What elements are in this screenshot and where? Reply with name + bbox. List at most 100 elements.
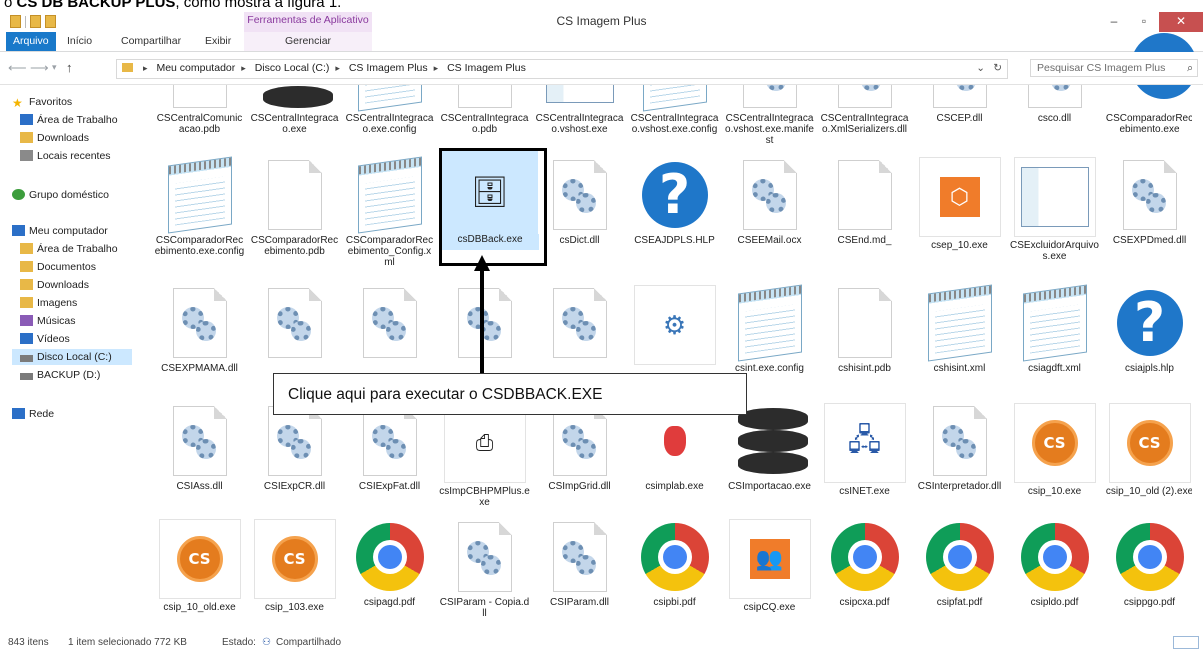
file-item[interactable]: ? csiajpls.hlp: [1102, 285, 1192, 374]
sidebar-item-downloads[interactable]: Downloads: [20, 130, 89, 146]
file-item[interactable]: CSCentralComunicacao.pdb: [152, 85, 247, 135]
file-item[interactable]: CSComparadorRecebimento.exe: [1102, 85, 1192, 135]
file-item[interactable]: CSCEP.dll: [912, 85, 1007, 124]
chevron-down-icon[interactable]: ⌄: [976, 60, 985, 77]
file-item[interactable]: CSEXPDmed.dll: [1102, 157, 1192, 246]
file-item[interactable]: [247, 285, 342, 360]
cs-app-icon: CS: [271, 536, 318, 582]
file-item[interactable]: CSCentralIntegracao.vshost.exe.manifest: [722, 85, 817, 146]
file-item[interactable]: CSImpGrid.dll: [532, 403, 627, 492]
sidebar-item-meu-computador[interactable]: Meu computador: [12, 223, 108, 239]
file-item[interactable]: CS csip_10.exe: [1007, 403, 1102, 497]
music-icon: [20, 315, 33, 326]
file-item[interactable]: CSEEMail.ocx: [722, 157, 817, 246]
file-item[interactable]: csippgo.pdf: [1102, 519, 1192, 608]
drive-icon: [20, 355, 33, 362]
tab-arquivo[interactable]: Arquivo: [6, 32, 56, 51]
sidebar-item-disco-local[interactable]: Disco Local (C:): [12, 349, 132, 365]
file-item[interactable]: ⎙ csImpCBHPMPlus.exe: [437, 403, 532, 508]
file-item[interactable]: CSIAss.dll: [152, 403, 247, 492]
file-item[interactable]: cshisint.xml: [912, 284, 1007, 374]
file-item[interactable]: CSIExpFat.dll: [342, 403, 437, 492]
refresh-icon[interactable]: ↻: [993, 60, 1002, 77]
file-item[interactable]: CSEnd.md_: [817, 157, 912, 246]
maximize-button[interactable]: ▫: [1129, 12, 1159, 32]
file-item[interactable]: csipfat.pdf: [912, 519, 1007, 608]
breadcrumb[interactable]: ▸ Meu computador ▸ Disco Local (C:) ▸ CS I…: [116, 59, 1008, 79]
crumb-current[interactable]: CS Imagem Plus: [447, 62, 526, 74]
sidebar-item-rede[interactable]: Rede: [12, 406, 54, 422]
crumb-computer[interactable]: Meu computador: [156, 62, 235, 74]
tab-inicio[interactable]: Início: [67, 32, 92, 51]
search-input[interactable]: Pesquisar CS Imagem Plus ⌕: [1030, 59, 1198, 77]
file-item[interactable]: [437, 285, 532, 360]
star-icon: ★: [12, 96, 23, 110]
sidebar-item-musicas[interactable]: Músicas: [20, 313, 76, 329]
up-icon[interactable]: ↑: [66, 60, 73, 75]
sidebar-item-imagens[interactable]: Imagens: [20, 295, 77, 311]
file-item[interactable]: 👥 csipCQ.exe: [722, 519, 817, 613]
crumb-folder[interactable]: CS Imagem Plus: [349, 62, 428, 74]
file-item[interactable]: csiagdft.xml: [1007, 284, 1102, 374]
file-item[interactable]: ? CSEAJDPLS.HLP: [627, 157, 722, 246]
file-item[interactable]: ⚙: [627, 285, 722, 365]
minimize-button[interactable]: –: [1099, 12, 1129, 32]
file-item[interactable]: cshisint.pdb: [817, 285, 912, 374]
file-item[interactable]: csipcxa.pdf: [817, 519, 912, 608]
file-item[interactable]: csipbi.pdf: [627, 519, 722, 608]
file-item[interactable]: csimplab.exe: [627, 403, 722, 492]
back-icon[interactable]: ⟵: [8, 60, 27, 76]
recent-locations-icon[interactable]: ▾: [52, 62, 57, 73]
pictures-icon: [20, 297, 33, 308]
sidebar-item-videos[interactable]: Vídeos: [20, 331, 70, 347]
file-item[interactable]: CSComparadorRecebimento.exe.config: [152, 156, 247, 257]
search-icon: ⌕: [1187, 62, 1193, 74]
file-item[interactable]: CSComparadorRecebimento_Config.xml: [342, 156, 437, 268]
file-item[interactable]: csint.exe.config: [722, 284, 817, 374]
gear-file-icon: [1027, 85, 1082, 108]
file-item[interactable]: CSComparadorRecebimento.pdb: [247, 157, 342, 257]
tab-gerenciar[interactable]: Gerenciar: [244, 32, 372, 51]
navigation-pane: ★ Favoritos Área de Trabalho Downloads Lo…: [0, 85, 150, 635]
file-item[interactable]: CSIParam.dll: [532, 519, 627, 608]
sidebar-item-grupo-domestico[interactable]: Grupo doméstico: [12, 187, 109, 203]
tab-exibir[interactable]: Exibir: [205, 32, 231, 51]
sidebar-item-locais-recentes[interactable]: Locais recentes: [20, 148, 111, 164]
close-button[interactable]: ✕: [1159, 12, 1203, 32]
file-item[interactable]: ⬡ csep_10.exe: [912, 157, 1007, 251]
file-item[interactable]: CSIExpCR.dll: [247, 403, 342, 492]
sidebar-item-downloads-2[interactable]: Downloads: [20, 277, 89, 293]
cs-app-icon: CS: [176, 536, 223, 582]
file-item[interactable]: CSIParam - Copia.dll: [437, 519, 532, 619]
sidebar-item-area-de-trabalho[interactable]: Área de Trabalho: [20, 112, 118, 128]
file-item[interactable]: CS csip_10_old (2).exe: [1102, 403, 1192, 497]
file-item[interactable]: CSEXPMAMA.dll: [152, 285, 247, 374]
file-item[interactable]: csco.dll: [1007, 85, 1102, 124]
tab-compartilhar[interactable]: Compartilhar: [121, 32, 181, 51]
file-item[interactable]: CSCentralIntegracao.exe.config: [342, 85, 437, 135]
file-item[interactable]: [342, 285, 437, 360]
file-item[interactable]: 🖧 csINET.exe: [817, 403, 912, 497]
file-item[interactable]: CSCentralIntegracao.pdb: [437, 85, 532, 135]
sidebar-item-area-de-trabalho-2[interactable]: Área de Trabalho: [20, 241, 118, 257]
file-item[interactable]: CS csip_103.exe: [247, 519, 342, 613]
sidebar-item-backup[interactable]: BACKUP (D:): [20, 367, 100, 383]
file-item[interactable]: CSCentralIntegracao.vshost.exe: [532, 85, 627, 135]
file-item[interactable]: CSCentralIntegracao.exe: [247, 85, 342, 135]
file-item[interactable]: CSCentralIntegracao.XmlSerializers.dll: [817, 85, 912, 135]
crumb-disk[interactable]: Disco Local (C:): [255, 62, 330, 74]
chrome-pdf-icon: [830, 522, 899, 591]
forward-icon[interactable]: ⟶: [30, 60, 49, 76]
file-item[interactable]: CSInterpretador.dll: [912, 403, 1007, 492]
file-item[interactable]: CSImportacao.exe: [722, 403, 817, 492]
sidebar-item-favoritos[interactable]: ★ Favoritos: [12, 94, 72, 110]
sidebar-item-documentos[interactable]: Documentos: [20, 259, 96, 275]
view-toggle-icon[interactable]: [1173, 636, 1199, 649]
file-item[interactable]: csipldo.pdf: [1007, 519, 1102, 608]
file-item[interactable]: CSExcluidorArquivos.exe: [1007, 157, 1102, 262]
shared-status: Compartilhado: [276, 637, 342, 648]
file-item[interactable]: CS csip_10_old.exe: [152, 519, 247, 613]
file-item[interactable]: csipagd.pdf: [342, 519, 437, 608]
file-item[interactable]: [532, 285, 627, 360]
file-item[interactable]: CSCentralIntegracao.vshost.exe.config: [627, 85, 722, 135]
